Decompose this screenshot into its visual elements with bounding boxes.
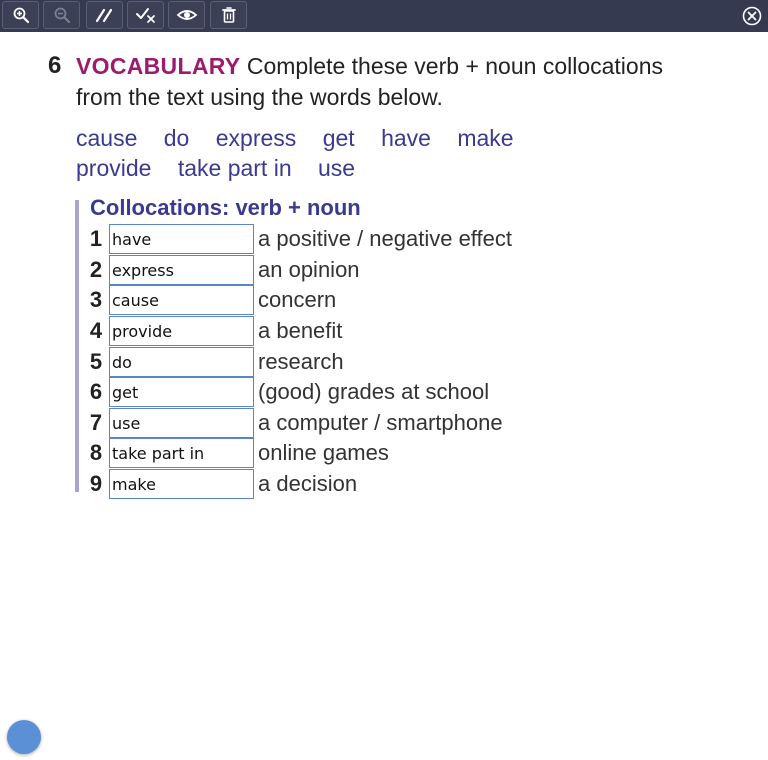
collocations-box-bar (75, 200, 79, 492)
exercise-tag: VOCABULARY (76, 53, 241, 79)
word-bank-row-1: cause do express get have make (76, 124, 534, 152)
instruction-text: Complete these verb + noun collocations (246, 53, 663, 79)
instruction-line-2: from the text using the words below. (76, 84, 443, 110)
noun-phrase: online games (258, 440, 389, 465)
check-answers-icon (135, 8, 155, 23)
zoom-out-icon (54, 7, 70, 24)
show-answers-button[interactable] (168, 1, 205, 29)
noun-phrase: concern (258, 287, 337, 312)
zoom-out-button[interactable] (43, 1, 80, 29)
answer-input[interactable] (109, 408, 254, 438)
noun-phrase: an opinion (258, 257, 360, 282)
item-number: 5 (89, 349, 103, 374)
answer-input[interactable] (109, 347, 254, 377)
word-bank-item: cause (76, 125, 138, 151)
check-answers-button[interactable] (127, 1, 164, 29)
trash-icon (221, 7, 236, 23)
answer-input[interactable] (109, 438, 254, 468)
answer-input[interactable] (109, 285, 254, 315)
word-bank-item: make (457, 125, 514, 151)
pen-button[interactable] (86, 1, 123, 29)
answer-input[interactable] (109, 255, 254, 285)
floating-action-button[interactable] (7, 720, 41, 754)
instruction-line-1: VOCABULARY Complete these verb + noun co… (76, 52, 663, 80)
pen-icon (95, 8, 112, 23)
word-bank-item: have (381, 125, 431, 151)
collocations-title: Collocations: verb + noun (90, 195, 361, 220)
noun-phrase: a positive / negative effect (258, 226, 512, 251)
noun-phrase: a computer / smartphone (258, 410, 503, 435)
answer-input[interactable] (109, 469, 254, 499)
item-number: 4 (89, 318, 103, 343)
noun-phrase: research (258, 349, 344, 374)
noun-phrase: a decision (258, 471, 358, 496)
word-bank-item: express (215, 125, 297, 151)
zoom-in-button[interactable] (2, 1, 39, 29)
delete-button[interactable] (210, 1, 247, 29)
item-number: 3 (89, 287, 103, 312)
item-number: 2 (89, 257, 103, 282)
answer-input[interactable] (109, 224, 254, 254)
toolbar (0, 0, 768, 32)
close-icon (742, 6, 762, 26)
item-number: 9 (89, 471, 103, 496)
item-number: 7 (89, 410, 103, 435)
exercise-number: 6 (48, 52, 62, 79)
exercise-page: 6 VOCABULARY Complete these verb + noun … (0, 32, 768, 760)
answer-input[interactable] (109, 377, 254, 407)
item-number: 8 (89, 440, 103, 465)
close-button[interactable] (742, 6, 762, 26)
noun-phrase: (good) grades at school (258, 379, 490, 404)
word-bank-item: provide (76, 155, 152, 181)
eye-icon (176, 10, 197, 20)
word-bank-item: do (163, 125, 190, 151)
word-bank-item: take part in (177, 155, 292, 181)
item-number: 1 (89, 226, 103, 251)
word-bank-item: get (322, 125, 355, 151)
noun-phrase: a benefit (258, 318, 343, 343)
item-number: 6 (89, 379, 103, 404)
word-bank-item: use (318, 155, 356, 181)
zoom-in-icon (13, 7, 29, 24)
word-bank-row-2: provide take part in use (76, 154, 375, 182)
answer-input[interactable] (109, 316, 254, 346)
